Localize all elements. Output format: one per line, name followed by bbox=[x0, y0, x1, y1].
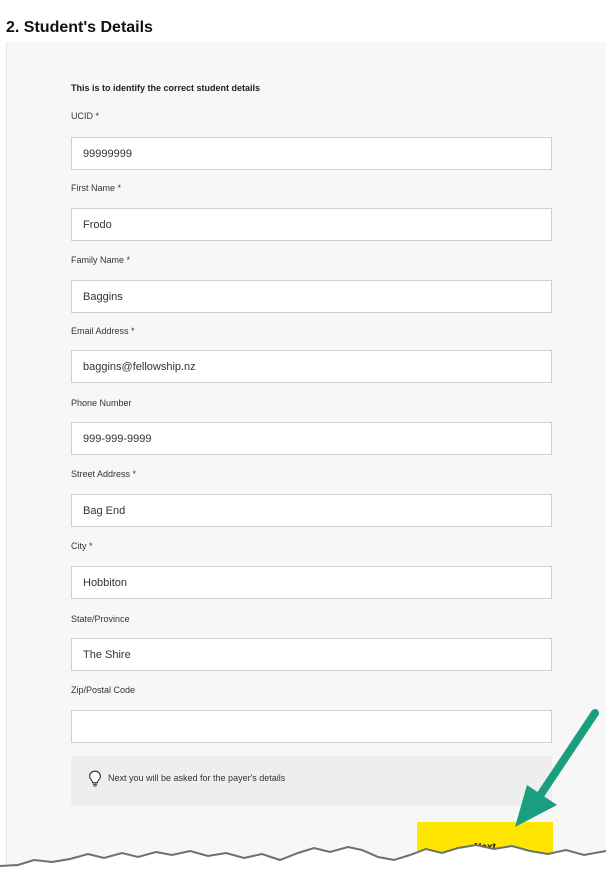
zip-postal-label: Zip/Postal Code bbox=[71, 685, 136, 695]
city-label: City * bbox=[71, 541, 93, 551]
city-input[interactable] bbox=[71, 566, 552, 599]
state-province-label: State/Province bbox=[71, 614, 130, 624]
street-address-label: Street Address * bbox=[71, 469, 137, 479]
email-label: Email Address * bbox=[71, 326, 135, 336]
arrow-icon bbox=[515, 709, 599, 827]
street-address-input[interactable] bbox=[71, 494, 552, 527]
email-input[interactable] bbox=[71, 350, 552, 383]
student-details-page: 2. Student's Details This is to identify… bbox=[0, 0, 606, 869]
ucid-label: UCID * bbox=[71, 111, 100, 121]
first-name-label: First Name * bbox=[71, 183, 122, 193]
hint-text: Next you will be asked for the payer's d… bbox=[108, 773, 286, 783]
zip-postal-input[interactable] bbox=[71, 710, 552, 743]
phone-label: Phone Number bbox=[71, 398, 132, 408]
state-province-input[interactable] bbox=[71, 638, 552, 671]
family-name-input[interactable] bbox=[71, 280, 552, 313]
phone-input[interactable] bbox=[71, 422, 552, 455]
section-title: 2. Student's Details bbox=[6, 19, 153, 36]
torn-edge bbox=[0, 843, 606, 869]
ucid-input[interactable] bbox=[71, 137, 552, 170]
lightbulb-icon bbox=[89, 770, 101, 787]
family-name-label: Family Name * bbox=[71, 255, 131, 265]
section-intro: This is to identify the correct student … bbox=[71, 83, 261, 93]
first-name-input[interactable] bbox=[71, 208, 552, 241]
